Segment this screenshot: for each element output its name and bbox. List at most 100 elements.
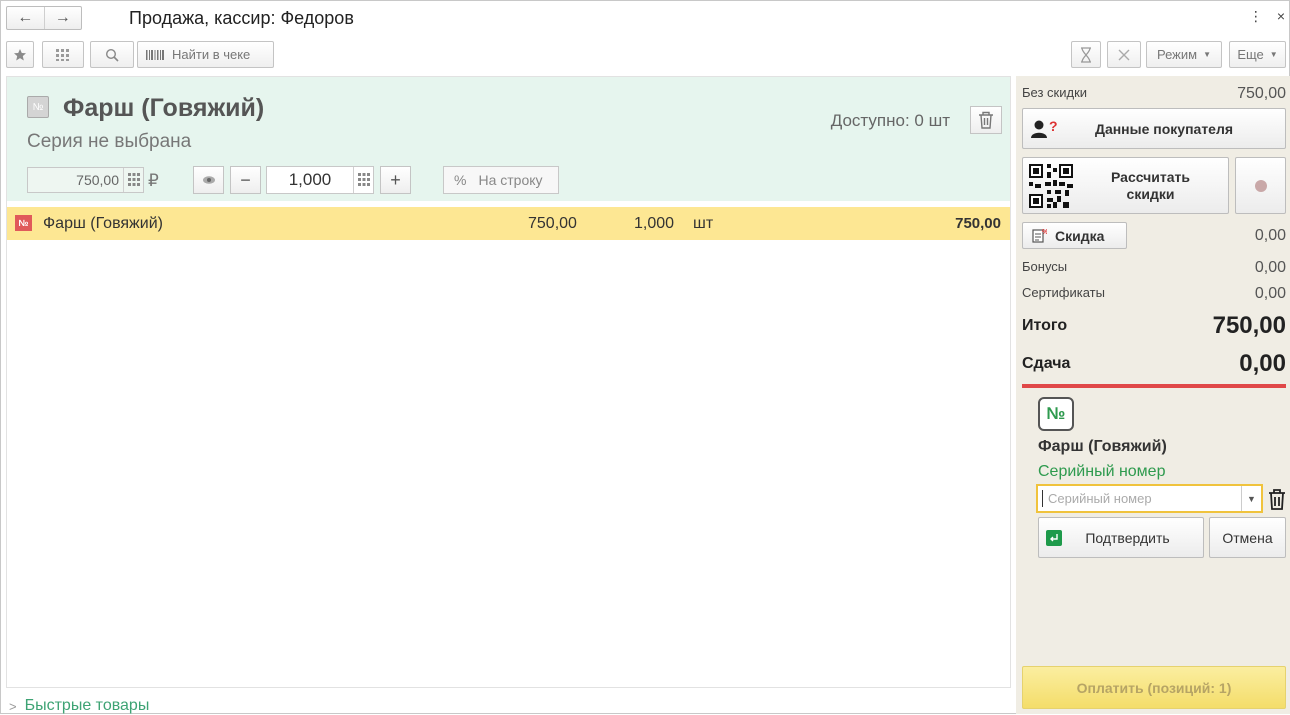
summary-pane: Без скидки 750,00 ? Данные покупателя Ра… [1016, 76, 1290, 714]
window-title: Продажа, кассир: Федоров [129, 8, 354, 28]
grid-button[interactable] [42, 41, 84, 68]
table-row[interactable]: № Фарш (Говяжий) 750,00 1,000 шт 750,00 [7, 207, 1010, 240]
trash-icon [1269, 489, 1285, 510]
star-icon [14, 48, 26, 60]
qr-code-icon [1029, 163, 1073, 208]
customer-data-button[interactable]: ? Данные покупателя [1022, 108, 1286, 149]
no-discount-label: Без скидки [1022, 85, 1088, 100]
cancel-action-button[interactable] [1107, 41, 1141, 68]
calculate-discounts-button[interactable]: Рассчитать скидки [1022, 157, 1229, 214]
no-discount-row: Без скидки 750,00 [1022, 85, 1286, 102]
navigation-group: ← → [6, 6, 82, 30]
grid-icon [56, 48, 69, 61]
serial-product-name: Фарш (Говяжий) [1038, 438, 1167, 455]
total-value: 750,00 [1212, 312, 1286, 339]
view-button[interactable] [193, 166, 224, 194]
window-controls: ⋮ × [1249, 8, 1285, 25]
find-in-receipt-button[interactable]: Найти в чеке [137, 41, 274, 68]
keypad-icon [127, 173, 140, 186]
cancel-label: Отмена [1222, 529, 1273, 546]
number-badge-icon: № [15, 215, 32, 231]
bonuses-row: Бонусы 0,00 [1022, 259, 1286, 276]
line-item-name: Фарш (Говяжий) [43, 215, 163, 232]
toolbar: Найти в чеке Режим ▼ Еще ▼ [6, 41, 1286, 69]
serial-number-icon: № [1038, 397, 1074, 431]
confirm-label: Подтвердить [1085, 529, 1170, 546]
chevron-down-icon: ▼ [1269, 50, 1278, 59]
back-button[interactable]: ← [7, 7, 44, 29]
delete-item-button[interactable] [970, 106, 1002, 134]
mode-label: Режим [1156, 47, 1198, 62]
sales-window: ← → Продажа, кассир: Федоров ⋮ × Найти в… [0, 0, 1290, 714]
calculator-button[interactable] [353, 167, 373, 193]
serial-number-label: Серийный номер [1038, 463, 1166, 480]
status-indicator-button[interactable] [1235, 157, 1286, 214]
discount-row: 0,00 [1022, 227, 1286, 247]
plus-icon: + [390, 169, 401, 190]
bonuses-label: Бонусы [1022, 259, 1068, 274]
title-bar: ← → Продажа, кассир: Федоров ⋮ × [1, 1, 1289, 37]
chevron-down-icon[interactable]: ▼ [1241, 486, 1261, 511]
quantity-value: 1,000 [288, 170, 332, 189]
eye-icon [202, 176, 215, 184]
more-label: Еще [1237, 47, 1264, 62]
total-row: Итого 750,00 [1022, 312, 1286, 342]
minus-icon: − [240, 169, 251, 190]
pay-label: Оплатить (позиций: 1) [1076, 679, 1232, 696]
quick-items-label: Быстрые товары [24, 697, 150, 714]
price-value: 750,00 [76, 172, 119, 188]
enter-key-icon [1046, 529, 1062, 546]
wait-button[interactable] [1071, 41, 1101, 68]
series-status: Серия не выбрана [27, 131, 192, 152]
quick-items-toggle[interactable]: > Быстрые товары [9, 697, 149, 715]
certificates-label: Сертификаты [1022, 285, 1105, 300]
back-arrow-icon: ← [17, 9, 34, 26]
change-value: 0,00 [1239, 350, 1286, 377]
serial-number-input[interactable]: Серийный номер ▼ [1036, 484, 1263, 513]
per-line-label: На строку [478, 172, 543, 188]
quantity-field[interactable]: 1,000 [266, 166, 374, 194]
divider [1022, 384, 1286, 388]
calculate-discounts-line1: Рассчитать [1111, 168, 1190, 185]
change-label: Сдача [1022, 355, 1071, 372]
current-item-name: Фарш (Говяжий) [63, 94, 265, 122]
cross-icon [1118, 49, 1130, 60]
cancel-button[interactable]: Отмена [1209, 517, 1286, 558]
favorites-button[interactable] [6, 41, 34, 68]
certificates-row: Сертификаты 0,00 [1022, 285, 1286, 302]
increase-quantity-button[interactable]: + [380, 166, 411, 194]
calculator-button[interactable] [123, 168, 143, 192]
serial-number-placeholder: Серийный номер [1042, 490, 1241, 507]
currency-symbol: ₽ [148, 171, 159, 190]
forward-arrow-icon: → [54, 9, 71, 26]
svg-text:?: ? [1049, 118, 1058, 134]
available-quantity: Доступно: 0 шт [830, 111, 950, 130]
forward-button[interactable]: → [43, 7, 82, 29]
no-discount-value: 750,00 [1237, 85, 1286, 102]
pay-button[interactable]: Оплатить (позиций: 1) [1022, 666, 1286, 709]
number-badge-icon: № [27, 96, 49, 118]
chevron-down-icon: ▼ [1203, 50, 1211, 59]
discount-per-line-button[interactable]: % На строку [443, 166, 559, 194]
total-label: Итого [1022, 317, 1068, 334]
barcode-icon [146, 49, 164, 60]
change-row: Сдача 0,00 [1022, 350, 1286, 380]
hourglass-icon [1081, 46, 1091, 63]
search-button[interactable] [90, 41, 134, 68]
price-field[interactable]: 750,00 [27, 167, 144, 193]
decrease-quantity-button[interactable]: − [230, 166, 261, 194]
certificates-value: 0,00 [1254, 285, 1286, 302]
more-dropdown[interactable]: Еще ▼ [1229, 41, 1286, 68]
customer-data-label: Данные покупателя [1094, 120, 1234, 137]
clear-serial-button[interactable] [1266, 486, 1288, 512]
calculate-discounts-line2: скидки [1126, 185, 1175, 202]
search-icon [105, 48, 119, 62]
mode-dropdown[interactable]: Режим ▼ [1146, 41, 1222, 68]
close-icon[interactable]: × [1277, 8, 1285, 25]
line-item-unit: шт [693, 215, 714, 232]
current-item-card: № Фарш (Говяжий) Серия не выбрана Доступ… [7, 77, 1010, 201]
more-actions-icon[interactable]: ⋮ [1249, 8, 1263, 25]
confirm-button[interactable]: Подтвердить [1038, 517, 1204, 558]
person-question-icon: ? [1031, 118, 1058, 138]
chevron-right-icon: > [9, 698, 17, 714]
